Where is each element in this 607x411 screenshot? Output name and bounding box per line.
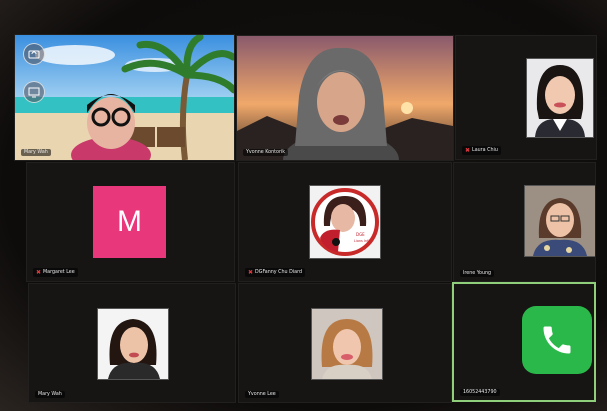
participant-photo [97,308,169,380]
sunset-virtual-background [237,36,453,160]
participant-name: ✖ Margaret Lee [33,268,78,277]
video-tile-yvonne-kontorik[interactable]: Yvonne Kontorik [236,35,454,161]
video-tile-laura-chiu[interactable]: ✖ Laura Chiu [455,35,597,160]
participant-photo [311,308,383,380]
muted-mic-icon: ✖ [465,147,471,154]
video-tile-dgfanny-chu-diard[interactable]: DGE Lions Int'l ✖ DGFanny Chu Diard [238,162,452,282]
participant-photo [524,185,595,257]
svg-text:DGE: DGE [356,232,365,237]
video-tile-mary-wah[interactable]: Mary Wah [14,34,235,161]
participant-name: Mary Wah [35,391,65,398]
phone-icon [522,306,592,374]
muted-mic-icon: ✖ [248,269,254,276]
participant-name: Yvonne Lee [245,391,279,398]
video-tile-mary-wah-2[interactable]: Mary Wah [28,283,236,403]
participant-name: Mary Wah [21,149,51,156]
video-tile-margaret-lee[interactable]: M ✖ Margaret Lee [26,162,235,282]
participant-name: 16052443790 [460,389,500,396]
video-tile-yvonne-lee[interactable]: Yvonne Lee [238,283,452,403]
avatar-initial: M [93,186,166,258]
participant-photo [526,58,594,138]
video-tile-phone-caller[interactable]: 16052443790 [452,282,596,402]
beach-virtual-background [15,35,234,160]
participant-name: ✖ Laura Chiu [462,146,501,155]
participant-photo: DGE Lions Int'l [309,185,381,259]
participant-name: Irene Young [460,270,495,277]
camera-switch-icon[interactable] [23,43,45,65]
video-tile-irene-young[interactable]: Irene Young [453,162,596,282]
participant-name: ✖ DGFanny Chu Diard [245,268,305,277]
screen-share-icon[interactable] [23,81,45,103]
participant-name: Yvonne Kontorik [243,149,289,156]
muted-mic-icon: ✖ [36,269,42,276]
svg-text:Lions Int'l: Lions Int'l [354,239,370,243]
